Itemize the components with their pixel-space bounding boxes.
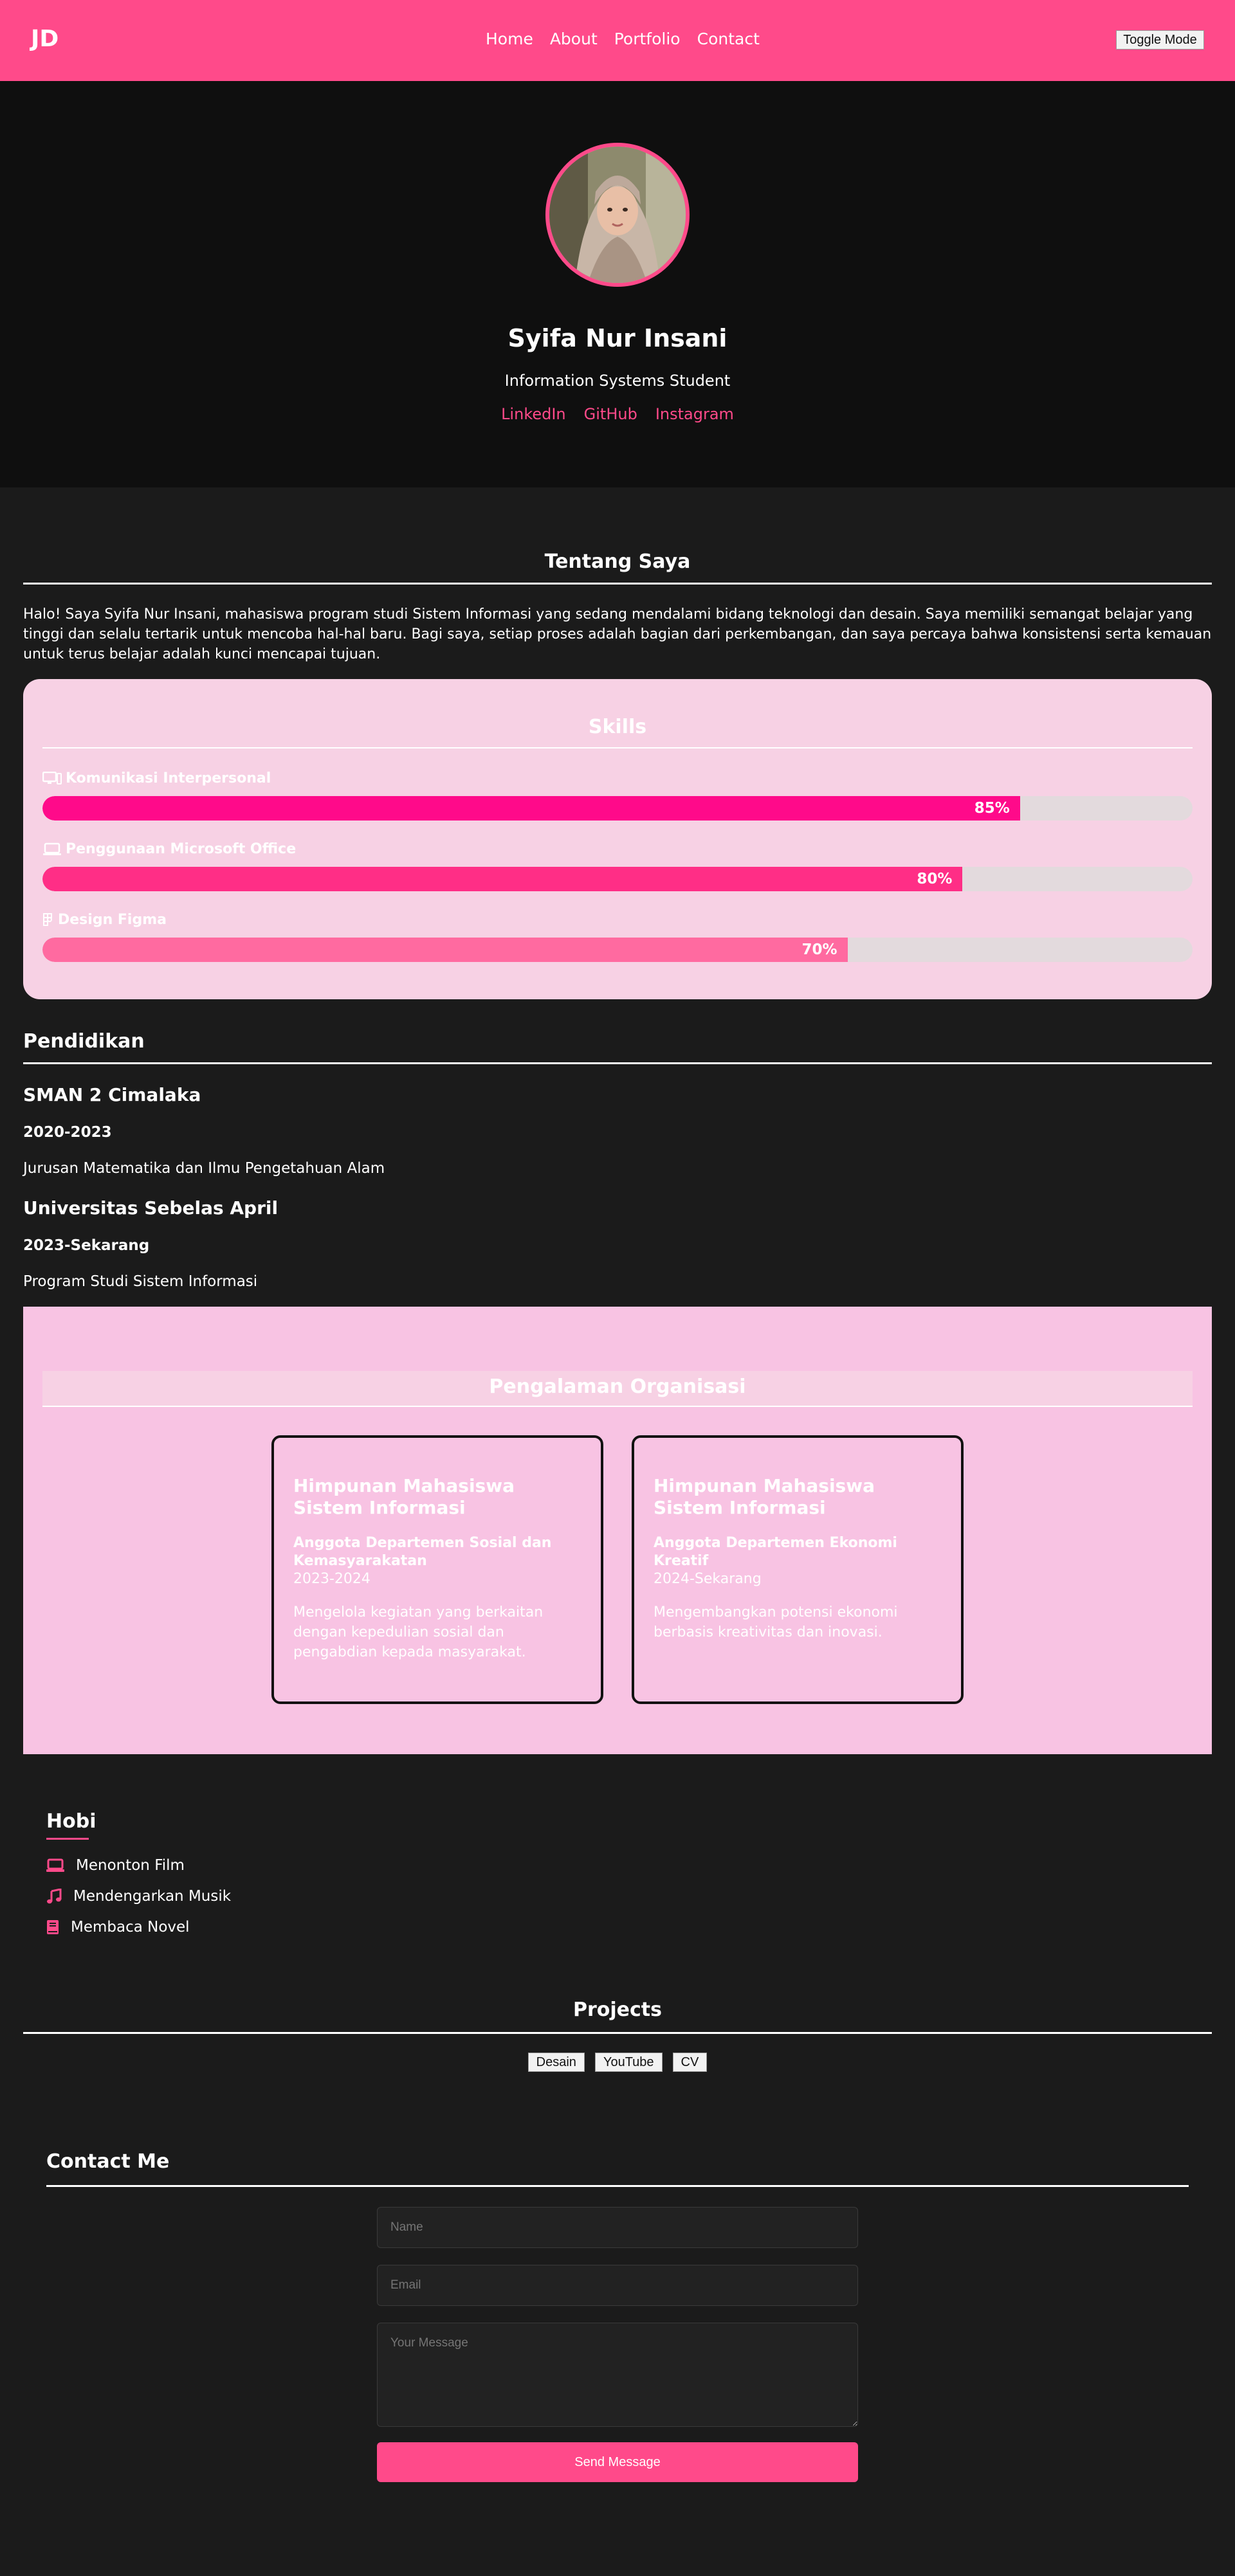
linkedin-link[interactable]: LinkedIn — [501, 405, 566, 423]
contact-divider — [46, 2185, 1189, 2187]
education-years: 2023-Sekarang — [23, 1237, 150, 1254]
skill-name: Komunikasi Interpersonal — [66, 770, 271, 786]
skill-progress-fill: 80% — [42, 867, 963, 891]
laptop-icon — [46, 1858, 64, 1872]
profile-photo — [549, 147, 686, 283]
education-divider — [23, 1062, 1212, 1064]
hero-role: Information Systems Student — [504, 372, 731, 390]
organization-period: 2023-2024 — [293, 1571, 370, 1587]
project-button-youtube[interactable]: YouTube — [594, 2053, 663, 2072]
skill-progress-fill: 70% — [42, 938, 848, 962]
hobby-item: Menonton Film — [46, 1857, 185, 1874]
skill-progress-bar: 70% — [42, 938, 1193, 962]
site-logo[interactable]: JD — [31, 26, 59, 52]
hobby-item: Membaca Novel — [46, 1919, 190, 1936]
profile-avatar — [545, 143, 690, 287]
organization-title: Pengalaman Organisasi — [42, 1371, 1193, 1407]
project-button-desain[interactable]: Desain — [527, 2053, 585, 2072]
about-title: Tentang Saya — [544, 550, 691, 573]
hobby-label: Menonton Film — [76, 1857, 185, 1874]
organization-period: 2024-Sekarang — [654, 1571, 762, 1587]
skill-label: Komunikasi Interpersonal — [42, 770, 271, 786]
toggle-mode-button[interactable]: Toggle Mode — [1116, 30, 1204, 50]
organization-description: Mengelola kegiatan yang berkaitan dengan… — [293, 1604, 544, 1660]
skill-label: Penggunaan Microsoft Office — [42, 841, 296, 857]
organization-card: Himpunan Mahasiswa Sistem Informasi Angg… — [632, 1435, 964, 1704]
organization-card: Himpunan Mahasiswa Sistem Informasi Angg… — [271, 1435, 603, 1704]
contact-title: Contact Me — [46, 2150, 170, 2173]
organization-section: Pengalaman Organisasi Himpunan Mahasiswa… — [23, 1307, 1212, 1754]
nav-link-portfolio[interactable]: Portfolio — [614, 30, 681, 48]
nav-link-about[interactable]: About — [550, 30, 598, 48]
project-buttons: Desain YouTube CV — [0, 2053, 1235, 2072]
projects-divider — [23, 2032, 1212, 2034]
education-title: Pendidikan — [23, 1030, 145, 1053]
skill-percent: 80% — [917, 871, 953, 887]
hero-name: Syifa Nur Insani — [508, 324, 727, 352]
instagram-link[interactable]: Instagram — [655, 405, 734, 423]
book-icon — [47, 1920, 59, 1934]
laptop-icon — [43, 842, 61, 855]
hobby-label: Mendengarkan Musik — [73, 1888, 232, 1905]
navbar: JD Home About Portfolio Contact Toggle M… — [0, 0, 1235, 81]
skill-label: Design Figma — [42, 912, 167, 928]
send-message-button[interactable]: Send Message — [377, 2442, 858, 2482]
skill-name: Penggunaan Microsoft Office — [66, 841, 297, 857]
message-textarea[interactable] — [377, 2323, 858, 2427]
skill-progress-fill: 85% — [42, 796, 1020, 821]
music-icon — [47, 1889, 62, 1904]
education-years: 2020-2023 — [23, 1124, 112, 1141]
skills-divider — [42, 747, 1193, 748]
hero-section: Syifa Nur Insani Information Systems Stu… — [0, 81, 1235, 487]
project-button-cv[interactable]: CV — [672, 2053, 708, 2072]
nav-menu: Home About Portfolio Contact — [486, 30, 760, 48]
skill-percent: 85% — [974, 800, 1010, 817]
hobbies-underline — [46, 1838, 89, 1840]
github-link[interactable]: GitHub — [584, 405, 637, 423]
education-school: SMAN 2 Cimalaka — [23, 1084, 201, 1105]
name-input[interactable] — [377, 2207, 858, 2248]
nav-link-contact[interactable]: Contact — [697, 30, 760, 48]
hobbies-title: Hobi — [46, 1810, 96, 1833]
organization-description: Mengembangkan potensi ekonomi berbasis k… — [654, 1604, 898, 1640]
organization-name: Himpunan Mahasiswa Sistem Informasi — [293, 1475, 515, 1518]
projects-title: Projects — [572, 1999, 662, 2021]
about-text: Halo! Saya Syifa Nur Insani, mahasiswa p… — [23, 606, 1212, 662]
about-divider — [23, 583, 1212, 585]
nav-link-home[interactable]: Home — [486, 30, 533, 48]
skill-progress-bar: 85% — [42, 796, 1193, 821]
education-school: Universitas Sebelas April — [23, 1197, 279, 1219]
skills-card: Skills Komunikasi Interpersonal 85% Peng… — [23, 679, 1212, 999]
education-major: Jurusan Matematika dan Ilmu Pengetahuan … — [23, 1160, 385, 1177]
organization-name: Himpunan Mahasiswa Sistem Informasi — [654, 1475, 875, 1518]
social-links: LinkedIn GitHub Instagram — [0, 405, 1235, 423]
skills-title: Skills — [588, 716, 647, 738]
organization-role: Anggota Departemen Ekonomi Kreatif — [654, 1535, 897, 1569]
hobby-item: Mendengarkan Musik — [46, 1888, 231, 1905]
figma-icon — [43, 912, 52, 926]
skill-progress-bar: 80% — [42, 867, 1193, 891]
skill-name: Design Figma — [58, 912, 167, 928]
skill-percent: 70% — [801, 941, 837, 958]
monitor-icon — [42, 771, 62, 785]
education-major: Program Studi Sistem Informasi — [23, 1273, 258, 1290]
email-input[interactable] — [377, 2265, 858, 2306]
hobby-label: Membaca Novel — [71, 1919, 190, 1936]
organization-role: Anggota Departemen Sosial dan Kemasyarak… — [293, 1535, 552, 1569]
